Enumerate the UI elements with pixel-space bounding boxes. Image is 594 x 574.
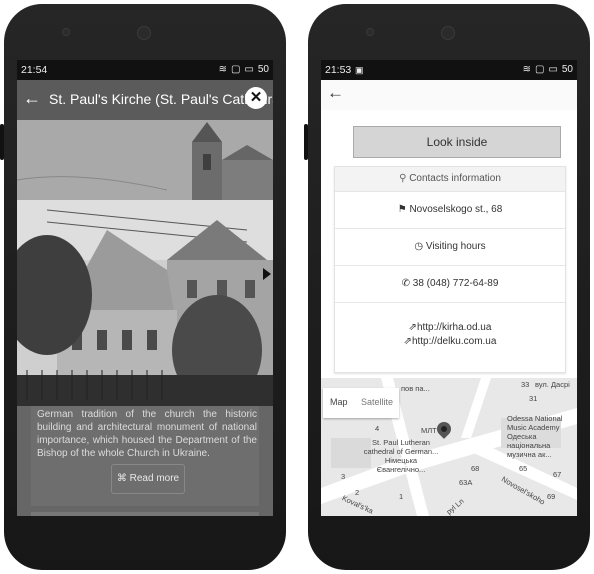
visiting-hours-text: Visiting hours	[425, 241, 486, 252]
phone-row[interactable]: ✆ 38 (048) 772-64-89	[335, 266, 565, 303]
map-tab[interactable]: Map	[330, 397, 348, 407]
map-label: вул. Дасрі	[535, 380, 570, 389]
left-phone: 21:54 ≋ ▢ ▭ 50 ← St. Paul's Kirche (St. …	[0, 4, 286, 570]
map-label: 69	[547, 492, 556, 501]
cathedral-map-label: St. Paul Lutheran cathedral of German...…	[363, 438, 439, 474]
academy-map-label: Odessa National Music Academy Одеська на…	[507, 414, 563, 459]
map-label: 1	[399, 492, 404, 501]
contacts-card: ⚲ Contacts information ⚑ Novoselskogo st…	[334, 166, 566, 373]
battery-icon: ▭	[244, 64, 254, 75]
map-label: 3	[341, 472, 346, 481]
battery-icon: ▭	[548, 64, 558, 75]
sim-icon: ▢	[230, 64, 241, 75]
contacts-header: ⚲ Contacts information	[335, 167, 565, 192]
front-camera	[441, 26, 455, 40]
next-card-edge	[31, 512, 259, 516]
website-link[interactable]: ⇗http://delku.com.ua	[335, 335, 565, 349]
map-label: пов па...	[401, 384, 430, 393]
map-label: 63A	[459, 478, 473, 487]
status-bar: 21:53 ▣ ≋ ▢ ▭ 50	[321, 60, 577, 80]
back-arrow-icon[interactable]: ←	[327, 83, 344, 103]
read-more-button[interactable]: ⌘ Read more	[111, 464, 185, 494]
battery-level: 50	[257, 64, 269, 75]
phone-icon: ✆	[401, 278, 410, 289]
website-link[interactable]: ⇗http://kirha.od.ua	[335, 321, 565, 335]
map-label: 65	[519, 464, 528, 473]
close-icon[interactable]: ✕	[245, 87, 267, 109]
right-screen: 21:53 ▣ ≋ ▢ ▭ 50 ← Look inside ⚲ Contact…	[321, 60, 577, 516]
front-camera	[137, 26, 151, 40]
phone-text: 38 (048) 772-64-89	[412, 278, 499, 289]
map-view[interactable]: Map Satellite пов па... 33 вул. Дасрі 31…	[321, 378, 577, 516]
status-bar: 21:54 ≋ ▢ ▭ 50	[17, 60, 273, 80]
description-text: German tradition of the church the histo…	[37, 409, 257, 459]
map-type-toggle: Map Satellite	[323, 388, 399, 418]
map-label: МЛТ	[421, 426, 437, 435]
battery-level: 50	[561, 64, 573, 75]
map-label: 4	[375, 424, 380, 433]
status-time: 21:53	[325, 64, 352, 76]
status-icons: ≋ ▢ ▭ 50	[523, 60, 573, 80]
gallery-image-main[interactable]	[17, 200, 273, 406]
earpiece-dot	[62, 28, 70, 36]
map-label: 31	[529, 394, 538, 403]
description-card: German tradition of the church the histo…	[31, 406, 259, 506]
wifi-icon: ≋	[218, 64, 227, 75]
external-link-icon: ⇗	[403, 336, 412, 347]
clock-icon: ◷	[414, 241, 424, 252]
visiting-hours-row[interactable]: ◷ Visiting hours	[335, 229, 565, 266]
image-notification-icon: ▣	[355, 65, 364, 75]
status-icons: ≋ ▢ ▭ 50	[219, 60, 269, 80]
back-arrow-icon[interactable]: ←	[23, 88, 41, 109]
left-screen: 21:54 ≋ ▢ ▭ 50 ← St. Paul's Kirche (St. …	[17, 60, 273, 516]
look-inside-button[interactable]: Look inside	[353, 126, 561, 158]
earpiece-dot	[366, 28, 374, 36]
content-area: German tradition of the church the histo…	[17, 406, 273, 516]
side-button	[0, 124, 4, 160]
location-outline-icon: ⚲	[399, 173, 407, 184]
sim-icon: ▢	[534, 64, 545, 75]
church-tower-image	[17, 120, 273, 200]
side-button	[304, 124, 308, 160]
map-label: 68	[471, 464, 480, 473]
app-bar: ← St. Paul's Kirche (St. Paul's Cathedra…	[17, 80, 273, 120]
status-time: 21:54	[21, 64, 48, 76]
address-text: Novoselskogo st., 68	[409, 204, 503, 215]
cathedral-photo	[17, 200, 273, 406]
right-phone: 21:53 ▣ ≋ ▢ ▭ 50 ← Look inside ⚲ Contact…	[304, 4, 590, 570]
map-label: 33	[521, 380, 530, 389]
address-row[interactable]: ⚑ Novoselskogo st., 68	[335, 192, 565, 229]
app-bar: ←	[321, 80, 577, 110]
gallery-next-arrow-icon[interactable]	[263, 268, 271, 280]
map-marker-icon: ⚑	[397, 204, 407, 215]
contacts-header-label: Contacts information	[409, 173, 501, 184]
wifi-icon: ≋	[522, 64, 531, 75]
satellite-tab[interactable]: Satellite	[361, 397, 393, 407]
page-title: St. Paul's Kirche (St. Paul's Cathedral)	[49, 91, 273, 107]
website-links: ⇗http://kirha.od.ua ⇗http://delku.com.ua	[335, 303, 565, 371]
external-link-icon: ⇗	[408, 322, 417, 333]
gallery-image-top[interactable]	[17, 120, 273, 200]
map-label: 2	[355, 488, 360, 497]
map-label: 67	[553, 470, 562, 479]
